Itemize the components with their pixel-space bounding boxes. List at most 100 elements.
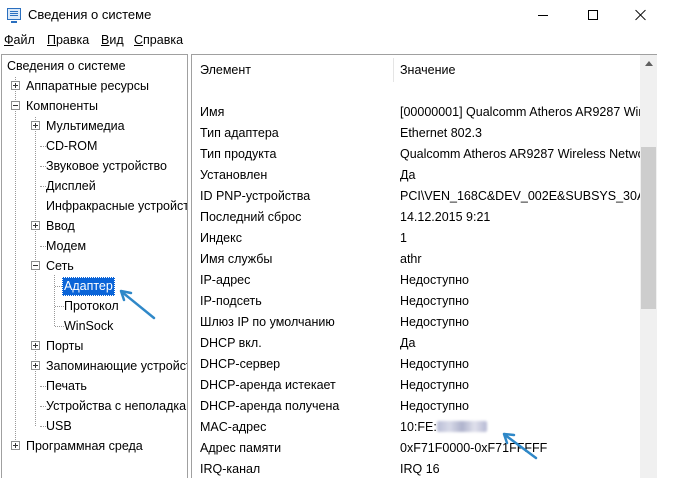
table-row[interactable]: DHCP-аренда получена Недоступно [192, 396, 642, 417]
minimize-button[interactable] [520, 0, 566, 30]
row-item-name: Адрес памяти [200, 441, 282, 455]
tree-item-adapter[interactable]: Адаптер [62, 277, 115, 296]
table-row[interactable]: Адрес памяти 0xF71F0000-0xF71FFFFF [192, 438, 642, 459]
tree-item-storage[interactable]: Запоминающие устройства [46, 357, 187, 376]
menu-file[interactable]: Файл [4, 33, 35, 47]
close-icon [635, 9, 647, 21]
table-row[interactable]: IP-подсеть Недоступно [192, 291, 642, 312]
row-item-value: Недоступно [400, 399, 469, 413]
row-item-name: IP-подсеть [200, 294, 262, 308]
vertical-scrollbar[interactable] [640, 55, 657, 478]
table-row[interactable]: Индекс 1 [192, 228, 642, 249]
tree-item-components[interactable]: Компоненты [26, 97, 98, 116]
row-item-value: Ethernet 802.3 [400, 126, 483, 140]
row-item-name: Индекс [200, 231, 242, 245]
column-header-item[interactable]: Элемент [200, 63, 251, 77]
tree-line [55, 326, 64, 327]
row-item-name: DHCP-аренда истекает [200, 378, 336, 392]
expand-icon[interactable] [11, 441, 20, 450]
expand-icon[interactable] [31, 121, 40, 130]
table-row[interactable]: Последний сброс 14.12.2015 9:21 [192, 207, 642, 228]
row-item-name: Последний сброс [200, 210, 302, 224]
row-item-value: IRQ 16 [400, 462, 440, 476]
table-row[interactable]: IRQ-канал IRQ 16 [192, 459, 642, 478]
tree-item-network[interactable]: Сеть [46, 257, 74, 276]
scroll-up-button[interactable] [640, 55, 657, 72]
menu-bar: Файл Правка Вид Справка [0, 30, 681, 50]
table-row[interactable]: ID PNP-устройства PCI\VEN_168C&DEV_002E&S… [192, 186, 656, 207]
expand-icon[interactable] [31, 221, 40, 230]
category-tree[interactable]: Сведения о системе Аппаратные ресурсы Ко… [1, 54, 188, 478]
annotation-arrow-icon [119, 289, 156, 320]
tree-item-input[interactable]: Ввод [46, 217, 75, 236]
row-item-name: DHCP-аренда получена [200, 399, 340, 413]
table-row[interactable]: IP-адрес Недоступно [192, 270, 642, 291]
menu-help[interactable]: Справка [134, 33, 183, 47]
tree-item-modem[interactable]: Модем [46, 237, 86, 256]
expand-icon[interactable] [31, 361, 40, 370]
tree-item-printing[interactable]: Печать [46, 377, 87, 396]
row-item-value: Недоступно [400, 294, 469, 308]
collapse-icon[interactable] [31, 261, 40, 270]
column-header: Элемент Значение [192, 55, 656, 85]
table-row[interactable]: Имя службы athr [192, 249, 642, 270]
tree-item-ports[interactable]: Порты [46, 337, 83, 356]
details-list[interactable]: Элемент Значение Имя [00000001] Qualcomm … [191, 54, 657, 478]
expand-icon[interactable] [11, 81, 20, 90]
row-item-value: Недоступно [400, 315, 469, 329]
table-row[interactable]: Тип адаптера Ethernet 802.3 [192, 123, 642, 144]
tree-item-display[interactable]: Дисплей [46, 177, 96, 196]
column-header-value[interactable]: Значение [400, 63, 455, 77]
maximize-icon [588, 10, 598, 20]
tree-item-software[interactable]: Программная среда [26, 437, 143, 456]
title-bar: Сведения о системе [0, 0, 681, 30]
tree-line [54, 275, 55, 326]
row-item-name: DHCP-сервер [200, 357, 281, 371]
table-row[interactable]: DHCP-сервер Недоступно [192, 354, 642, 375]
collapse-icon[interactable] [11, 101, 20, 110]
redacted-mac-portion [436, 421, 487, 432]
row-item-name: ID PNP-устройства [200, 189, 311, 203]
table-row[interactable]: Имя [00000001] Qualcomm Atheros AR9287 Wi… [192, 102, 656, 123]
row-item-name: IRQ-канал [200, 462, 261, 476]
tree-item-winsock[interactable]: WinSock [64, 317, 113, 336]
row-item-value: Qualcomm Atheros AR9287 Wireless Network… [400, 147, 656, 161]
row-item-value: 10:FE: [400, 420, 487, 434]
row-item-value: 14.12.2015 9:21 [400, 210, 491, 224]
expand-icon[interactable] [31, 341, 40, 350]
row-item-name: Установлен [200, 168, 268, 182]
tree-item-sound[interactable]: Звуковое устройство [46, 157, 167, 176]
scroll-thumb[interactable] [641, 147, 656, 309]
row-item-name: MAC-адрес [200, 420, 267, 434]
table-row[interactable]: Шлюз IP по умолчанию Недоступно [192, 312, 642, 333]
row-item-name: Имя [200, 105, 225, 119]
row-item-value: PCI\VEN_168C&DEV_002E&SUBSYS_30A41A3B [400, 189, 657, 203]
menu-edit[interactable]: Правка [47, 33, 89, 47]
table-row[interactable]: Тип продукта Qualcomm Atheros AR9287 Wire… [192, 144, 656, 165]
tree-item-protocol[interactable]: Протокол [64, 297, 119, 316]
tree-item-cdrom[interactable]: CD-ROM [46, 137, 97, 156]
table-row[interactable]: MAC-адрес 10:FE: [192, 417, 642, 438]
table-row[interactable]: DHCP вкл. Да [192, 333, 642, 354]
row-item-name: Тип продукта [200, 147, 277, 161]
table-row[interactable]: DHCP-аренда истекает Недоступно [192, 375, 642, 396]
tree-item-hardware[interactable]: Аппаратные ресурсы [26, 77, 149, 96]
tree-item-multimedia[interactable]: Мультимедиа [46, 117, 125, 136]
tree-item-problem-devices[interactable]: Устройства с неполадками [46, 397, 187, 416]
close-button[interactable] [618, 0, 664, 30]
tree-item-root[interactable]: Сведения о системе [7, 57, 126, 76]
row-item-value: Недоступно [400, 357, 469, 371]
system-info-icon [7, 8, 21, 23]
menu-view[interactable]: Вид [101, 33, 124, 47]
row-item-value: Да [400, 168, 416, 182]
annotation-arrow-icon [502, 432, 538, 460]
tree-item-infrared[interactable]: Инфракрасные устройства [46, 197, 187, 216]
row-item-name: Имя службы [200, 252, 273, 266]
column-divider[interactable] [393, 58, 394, 82]
minimize-icon [538, 14, 548, 16]
window-title: Сведения о системе [28, 7, 152, 22]
row-item-value: [00000001] Qualcomm Atheros AR9287 Wirel… [400, 105, 656, 119]
maximize-button[interactable] [570, 0, 616, 30]
table-row[interactable]: Установлен Да [192, 165, 642, 186]
tree-item-usb[interactable]: USB [46, 417, 72, 436]
